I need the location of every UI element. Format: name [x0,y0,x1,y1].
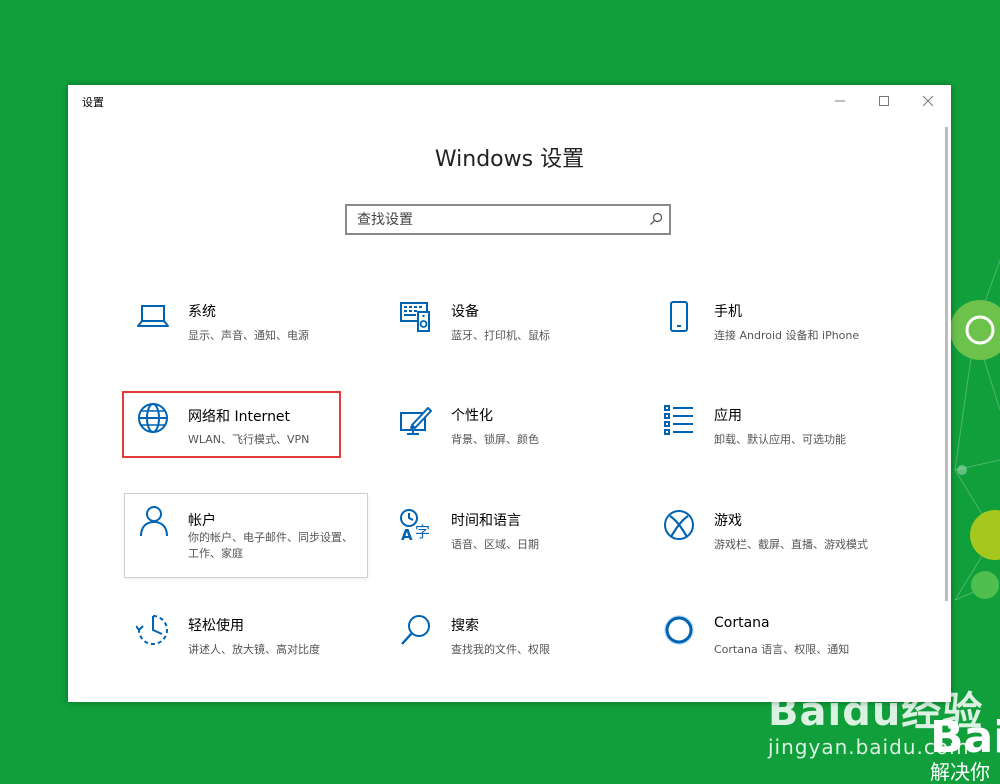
tile-description: 连接 Android 设备和 iPhone [714,329,860,342]
scrollbar[interactable] [945,127,948,601]
close-button[interactable] [906,85,950,117]
search-icon [401,615,430,645]
svg-text:字: 字 [415,523,430,541]
tile-description: 显示、声音、通知、电源 [188,329,309,342]
ease-of-access-icon [136,615,168,645]
watermark-right-subtext: 解决你 [930,760,990,784]
window-title: 设置 [82,96,104,109]
paint-icon [400,407,432,435]
tile-cortana[interactable]: Cortana Cortana 语言、权限、通知 [650,607,890,689]
tile-description: 蓝牙、打印机、鼠标 [451,329,550,342]
page-title: Windows 设置 [434,147,585,172]
tile-description: 查找我的文件、权限 [451,643,550,656]
tile-devices[interactable]: 设备 蓝牙、打印机、鼠标 [387,293,627,375]
tile-description: 游戏栏、截屏、直播、游戏模式 [714,538,868,551]
tile-name: 搜索 [451,618,479,634]
tile-description: 语音、区域、日期 [451,538,539,551]
close-icon [923,96,933,106]
tile-search[interactable]: 搜索 查找我的文件、权限 [387,607,627,689]
xbox-icon [664,510,694,540]
tile-name: Cortana [714,615,770,631]
title-bar[interactable]: 设置 [68,85,951,117]
tile-phone[interactable]: 手机 连接 Android 设备和 iPhone [650,293,890,375]
search-icon[interactable] [649,212,663,226]
tile-time-language[interactable]: A 字 时间和语言 语音、区域、日期 [387,502,627,584]
tile-ease-of-access[interactable]: 轻松使用 讲述人、放大镜、高对比度 [124,607,364,689]
tile-description: 背景、锁屏、颜色 [451,433,539,446]
tile-system[interactable]: 系统 显示、声音、通知、电源 [124,293,364,375]
tile-name: 手机 [714,304,742,320]
maximize-button[interactable] [862,85,906,117]
tile-description: Cortana 语言、权限、通知 [714,643,850,656]
tile-description: 卸载、默认应用、可选功能 [714,433,846,446]
tile-name: 帐户 [188,513,216,529]
tile-accounts[interactable]: 帐户 你的帐户、电子邮件、同步设置、工作、家庭 [124,493,368,578]
tile-name: 系统 [188,304,216,320]
maximize-icon [879,96,889,106]
cortana-icon [664,615,694,645]
minimize-icon [835,100,845,102]
tile-description: 讲述人、放大镜、高对比度 [188,643,320,656]
tile-name: 游戏 [714,513,742,529]
devices-icon [400,302,430,332]
watermark-right-text: Bai [930,712,1000,763]
tile-name: 轻松使用 [188,618,244,634]
settings-window: 设置 Windows 设置 系统 显示、声音、通知、电源 [68,85,951,702]
tile-network-internet[interactable]: 网络和 Internet WLAN、飞行模式、VPN [122,391,341,458]
person-icon [140,506,168,537]
apps-list-icon [664,405,693,435]
tile-personalization[interactable]: 个性化 背景、锁屏、颜色 [387,397,627,479]
globe-icon [138,403,168,433]
tile-name: 设备 [451,304,479,320]
tile-name: 时间和语言 [451,513,521,529]
tile-name: 个性化 [451,408,493,424]
time-language-icon: A 字 [400,509,430,542]
tile-name: 网络和 Internet [188,409,291,425]
svg-text:A: A [401,526,413,542]
tile-apps[interactable]: 应用 卸载、默认应用、可选功能 [650,397,890,479]
minimize-button[interactable] [818,85,862,117]
tile-description: 你的帐户、电子邮件、同步设置、工作、家庭 [188,531,353,560]
tile-name: 应用 [714,408,742,424]
phone-icon [670,301,688,332]
search-input[interactable] [349,208,649,231]
tile-gaming[interactable]: 游戏 游戏栏、截屏、直播、游戏模式 [650,502,890,584]
search-box[interactable] [345,204,671,235]
tile-description: WLAN、飞行模式、VPN [188,433,310,446]
laptop-icon [137,305,169,327]
